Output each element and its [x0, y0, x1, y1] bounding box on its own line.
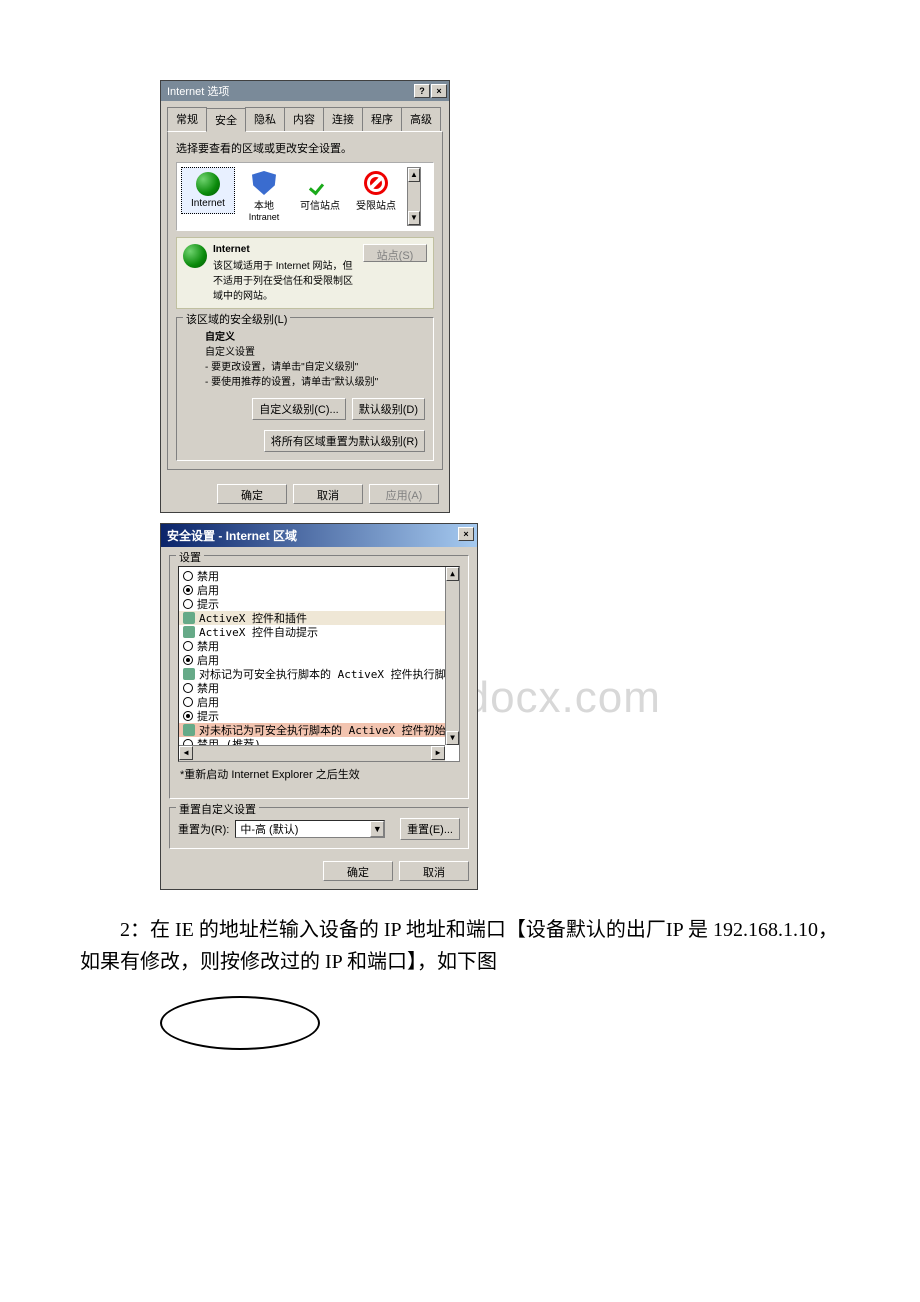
scroll-up-icon[interactable]: ▲: [408, 168, 420, 182]
shield-icon: [252, 171, 276, 195]
instruction-paragraph: 2：在 IE 的地址栏输入设备的 IP 地址和端口【设备默认的出厂IP 是 19…: [80, 914, 840, 978]
zone-restricted[interactable]: 受限站点: [349, 167, 403, 216]
tab-strip: 常规 安全 隐私 内容 连接 程序 高级: [161, 101, 449, 131]
group-legend: 该区域的安全级别(L): [183, 311, 290, 327]
gear-icon: [183, 668, 195, 680]
reset-button[interactable]: 重置(E)...: [400, 818, 460, 840]
zone-internet[interactable]: Internet: [181, 167, 235, 214]
radio-disable[interactable]: 禁用: [179, 639, 459, 653]
zone-sublabel: Intranet: [249, 212, 280, 222]
settings-tree[interactable]: 禁用 启用 提示 ActiveX 控件和插件 ActiveX 控件自动提示 禁用…: [178, 566, 460, 762]
reset-to-label: 重置为(R):: [178, 821, 229, 837]
chevron-down-icon[interactable]: ▼: [370, 821, 384, 837]
zone-label: 受限站点: [356, 197, 396, 212]
radio-prompt[interactable]: 提示: [179, 597, 459, 611]
help-button[interactable]: ?: [414, 84, 430, 98]
tab-connections[interactable]: 连接: [323, 107, 363, 131]
reset-all-button[interactable]: 将所有区域重置为默认级别(R): [264, 430, 425, 452]
scroll-down-icon[interactable]: ▼: [446, 731, 459, 745]
scroll-right-icon[interactable]: ▶: [431, 746, 445, 760]
settings-group: 设置 禁用 启用 提示 ActiveX 控件和插件 ActiveX 控件自动提示…: [169, 555, 469, 799]
security-level-group: 该区域的安全级别(L) 自定义 自定义设置 - 要更改设置，请单击"自定义级别"…: [176, 317, 434, 461]
titlebar[interactable]: Internet 选项 ? ×: [161, 81, 449, 101]
apply-button[interactable]: 应用(A): [369, 484, 439, 504]
tab-general[interactable]: 常规: [167, 107, 207, 131]
default-level-button[interactable]: 默认级别(D): [352, 398, 425, 420]
radio-enable[interactable]: 启用: [179, 695, 459, 709]
custom-title: 自定义: [205, 328, 425, 343]
ok-button[interactable]: 确定: [323, 861, 393, 881]
ellipse-annotation: [160, 996, 320, 1050]
zone-scrollbar[interactable]: ▲ ▼: [407, 167, 421, 226]
zone-trusted[interactable]: 可信站点: [293, 167, 347, 216]
item-unsafe-script[interactable]: 对未标记为可安全执行脚本的 ActiveX 控件初始化并执: [179, 723, 459, 737]
combo-value: 中-高 (默认): [240, 821, 298, 837]
security-panel: 选择要查看的区域或更改安全设置。 Internet 本地 Intranet 可信…: [167, 131, 443, 470]
check-icon: [308, 171, 332, 195]
zone-local-intranet[interactable]: 本地 Intranet: [237, 167, 291, 226]
scroll-left-icon[interactable]: ◀: [179, 746, 193, 760]
scroll-up-icon[interactable]: ▲: [446, 567, 459, 581]
gear-icon: [183, 612, 195, 624]
tree-vscrollbar[interactable]: ▲ ▼: [445, 567, 459, 745]
ok-button[interactable]: 确定: [217, 484, 287, 504]
radio-disable[interactable]: 禁用: [179, 681, 459, 695]
sites-button[interactable]: 站点(S): [363, 244, 427, 262]
reset-group: 重置自定义设置 重置为(R): 中-高 (默认) ▼ 重置(E)...: [169, 807, 469, 849]
close-button[interactable]: ×: [458, 527, 474, 541]
tab-security[interactable]: 安全: [206, 108, 246, 132]
item-safe-script[interactable]: 对标记为可安全执行脚本的 ActiveX 控件执行脚本*: [179, 667, 459, 681]
radio-disable[interactable]: 禁用: [179, 569, 459, 583]
internet-options-dialog: Internet 选项 ? × 常规 安全 隐私 内容 连接 程序 高级 选择要…: [160, 80, 450, 513]
tab-privacy[interactable]: 隐私: [245, 107, 285, 131]
zone-info-title: Internet: [213, 244, 357, 255]
zone-info-text: 该区域适用于 Internet 网站，但不适用于列在受信任和受限制区域中的网站。: [213, 261, 353, 302]
select-zone-label: 选择要查看的区域或更改安全设置。: [176, 140, 434, 156]
zone-label: 可信站点: [300, 197, 340, 212]
group-legend: 设置: [176, 549, 204, 565]
gear-icon: [183, 626, 195, 638]
radio-enable[interactable]: 启用: [179, 583, 459, 597]
tab-content[interactable]: 内容: [284, 107, 324, 131]
cancel-button[interactable]: 取消: [293, 484, 363, 504]
globe-icon: [183, 244, 207, 268]
reset-level-combo[interactable]: 中-高 (默认) ▼: [235, 820, 385, 838]
radio-enable[interactable]: 启用: [179, 653, 459, 667]
scroll-down-icon[interactable]: ▼: [408, 211, 420, 225]
item-activex-auto[interactable]: ActiveX 控件自动提示: [179, 625, 459, 639]
custom-sub: 自定义设置: [205, 347, 255, 358]
zone-info: Internet 该区域适用于 Internet 网站，但不适用于列在受信任和受…: [176, 237, 434, 309]
dialog-footer: 确定 取消 应用(A): [161, 476, 449, 512]
gear-icon: [183, 724, 195, 736]
security-settings-dialog: 安全设置 - Internet 区域 × 设置 禁用 启用 提示 ActiveX…: [160, 523, 478, 890]
radio-prompt[interactable]: 提示: [179, 709, 459, 723]
titlebar[interactable]: 安全设置 - Internet 区域 ×: [161, 524, 477, 547]
zone-label: Internet: [191, 198, 225, 209]
custom-line1: - 要更改设置，请单击"自定义级别": [205, 362, 358, 373]
group-legend: 重置自定义设置: [176, 801, 259, 817]
close-button[interactable]: ×: [431, 84, 447, 98]
dialog-title: Internet 选项: [167, 83, 229, 99]
tree-hscrollbar[interactable]: ◀ ▶: [179, 745, 445, 761]
category-activex[interactable]: ActiveX 控件和插件: [179, 611, 459, 625]
globe-icon: [196, 172, 220, 196]
custom-line2: - 要使用推荐的设置，请单击"默认级别": [205, 377, 378, 388]
custom-level-button[interactable]: 自定义级别(C)...: [252, 398, 345, 420]
dialog-title: 安全设置 - Internet 区域: [167, 527, 297, 544]
tab-advanced[interactable]: 高级: [401, 107, 441, 131]
zone-label: 本地: [254, 197, 274, 212]
cancel-button[interactable]: 取消: [399, 861, 469, 881]
noentry-icon: [364, 171, 388, 195]
tab-programs[interactable]: 程序: [362, 107, 402, 131]
restart-note: *重新启动 Internet Explorer 之后生效: [180, 766, 458, 782]
zone-list: Internet 本地 Intranet 可信站点 受限站点 ▲ ▼: [176, 162, 434, 231]
